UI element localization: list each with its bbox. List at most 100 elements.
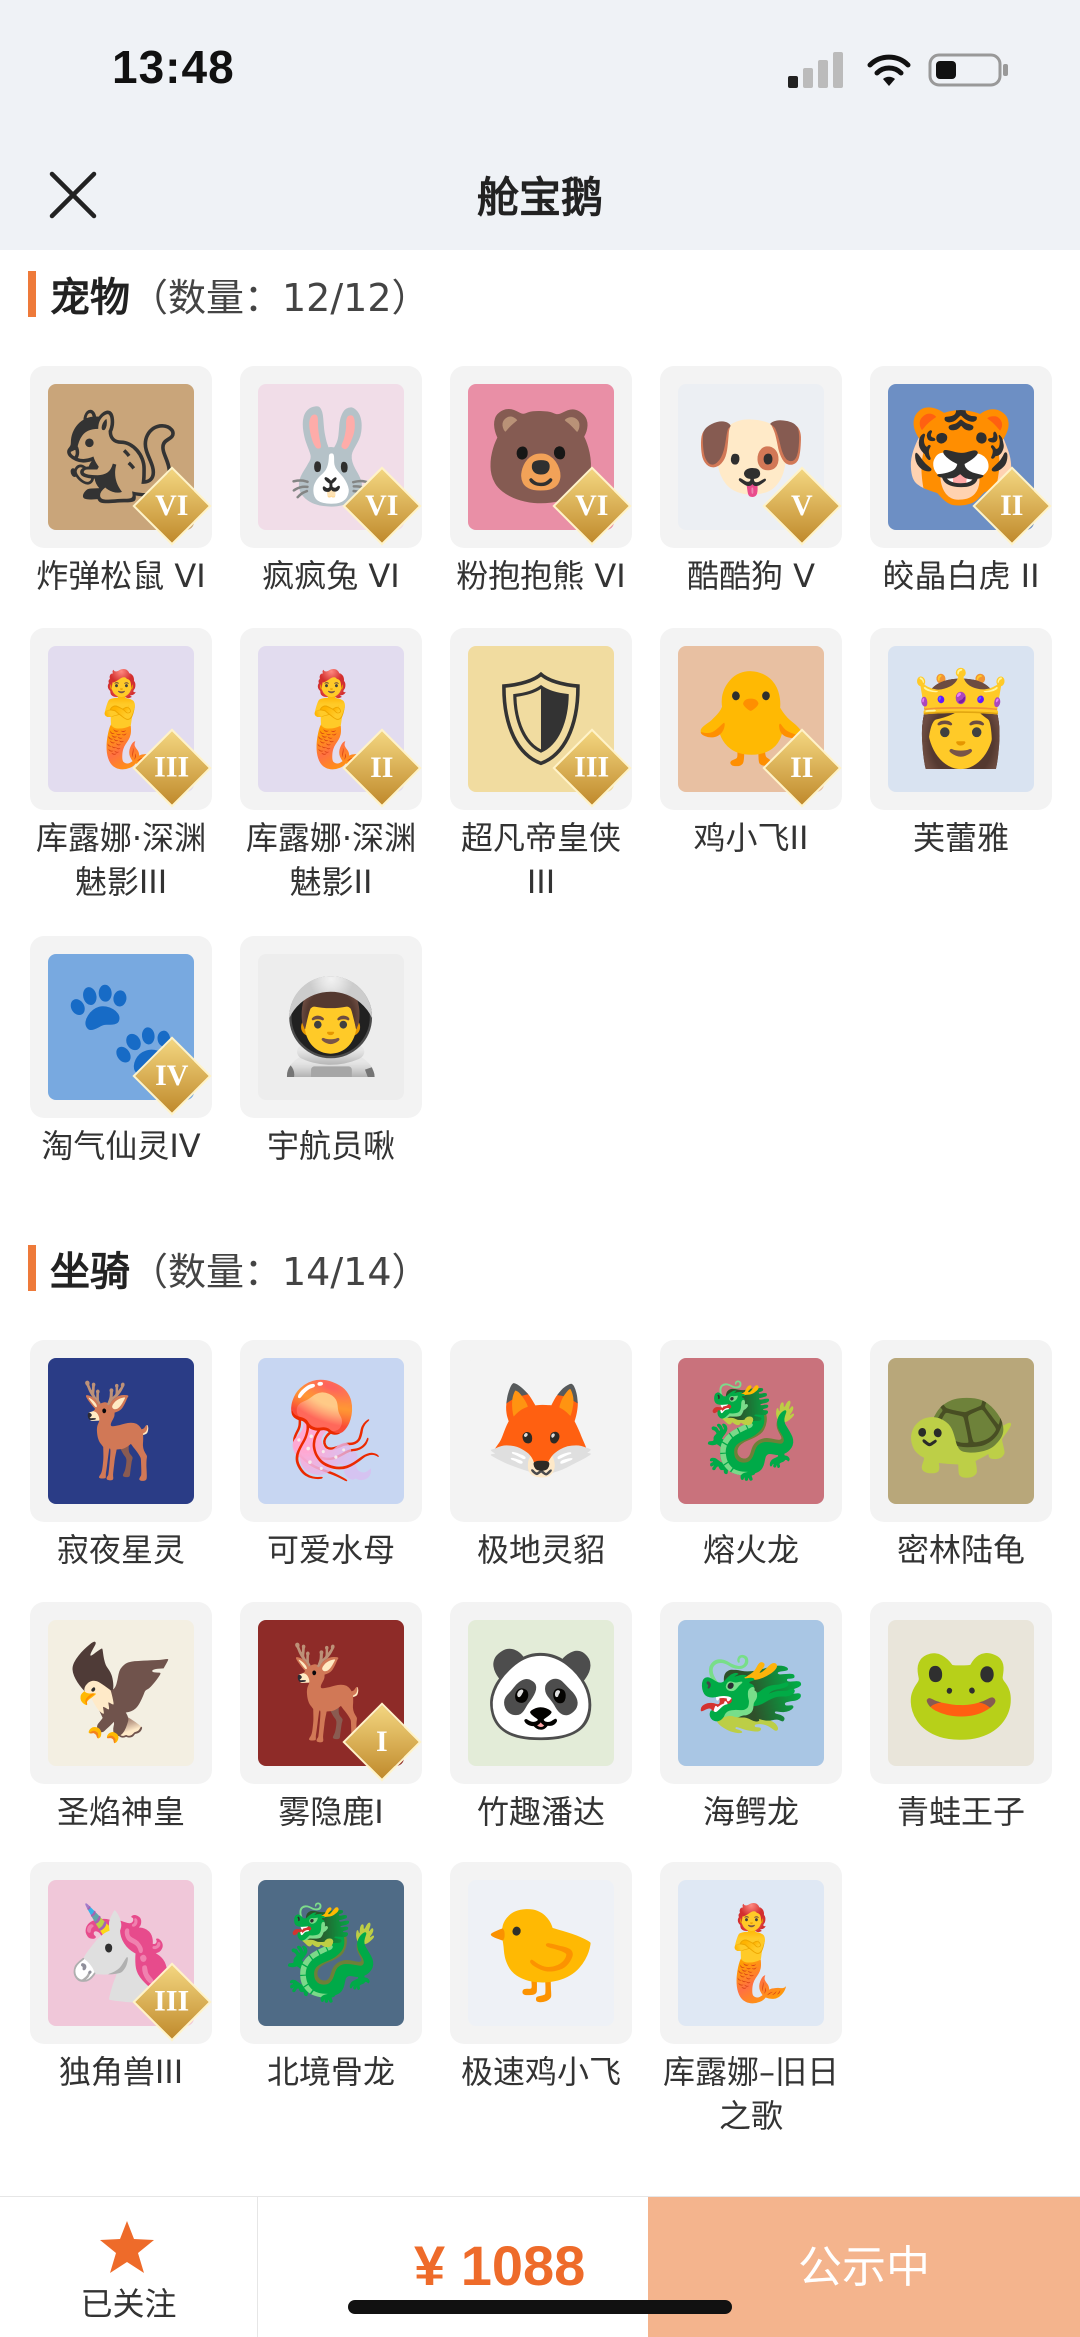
follow-label: 已关注 [80,2285,177,2323]
mounts-section-title: 坐骑 [50,1249,130,1295]
pets-item[interactable]: 👸 芙蕾雅 [868,628,1054,860]
mounts-item[interactable]: 🦄 III 独角兽III [28,1862,214,2094]
mounts-item[interactable]: 🐉 熔火龙 [658,1340,844,1572]
item-name: 库露娜·深渊魅影III [35,819,207,901]
mounts-item[interactable]: 🐼 竹趣潘达 [448,1602,634,1834]
mounts-item[interactable]: 🧜 库露娜–旧日之歌 [658,1862,844,2138]
chick-icon: 🐤 [468,1880,614,2026]
item-glyph: 🐲 [693,1639,809,1746]
item-thumbnail: 🧜 [660,1862,842,2044]
mounts-item[interactable]: 🪼 可爱水母 [238,1340,424,1572]
tier-badge-label: IV [155,1059,189,1092]
pets-section-header: 宠物 （数量：12/12） [28,266,430,322]
item-name: 独角兽III [58,2053,184,2091]
pets-item[interactable]: 👨‍🚀 宇航员啾 [238,936,424,1168]
item-glyph: 🦊 [483,1377,599,1484]
mounts-item[interactable]: 🦅 圣焰神皇 [28,1602,214,1834]
item-thumbnail: 🐥 II [660,628,842,810]
item-thumbnail: 🐼 [450,1602,632,1784]
item-thumbnail: 🐶 V [660,366,842,548]
item-thumbnail: 🐉 [240,1862,422,2044]
item-glyph: 🐸 [903,1639,1019,1746]
pets-item[interactable]: 🐻 VI 粉抱抱熊 VI [448,366,634,598]
pets-section-title: 宠物 [50,275,130,321]
item-thumbnail: 🦌 [30,1340,212,1522]
jellyfish-icon: 🪼 [258,1358,404,1504]
follow-button[interactable]: 已关注 [0,2197,258,2337]
tier-badge-label: II [1000,488,1024,522]
tier-badge-label: VI [365,489,399,522]
item-name: 酷酷狗 V [686,557,816,595]
item-thumbnail: 👸 [870,628,1052,810]
home-indicator [348,2300,732,2314]
item-glyph: 🪼 [273,1377,389,1484]
item-glyph: 🧜 [693,1899,809,2006]
polar-mink-icon: 🦊 [468,1358,614,1504]
item-glyph: 👨‍🚀 [273,973,389,1080]
tier-badge-label: II [790,750,814,784]
pets-item[interactable]: 🐶 V 酷酷狗 V [658,366,844,598]
item-glyph: 🐼 [483,1639,599,1746]
item-thumbnail: 🦄 III [30,1862,212,2044]
pets-item[interactable]: 🧜 III 库露娜·深渊魅影III [28,628,214,904]
pets-item[interactable]: 🛡 III 超凡帝皇侠III [448,628,634,904]
item-name: 圣焰神皇 [56,1793,185,1831]
item-thumbnail: 🐉 [660,1340,842,1522]
mounts-item[interactable]: 🦊 极地灵貂 [448,1340,634,1572]
item-thumbnail: 🛡 III [450,628,632,810]
tier-badge-label: VI [155,489,189,522]
item-thumbnail: 🐰 VI [240,366,422,548]
tier-badge-label: VI [575,489,609,522]
item-name: 极地灵貂 [476,1531,605,1569]
bone-dragon-icon: 🐉 [258,1880,404,2026]
frog-icon: 🐸 [888,1620,1034,1766]
item-name: 雾隐鹿I [278,1793,384,1831]
item-name: 熔火龙 [702,1531,799,1569]
item-glyph: 🐉 [273,1899,389,2006]
pets-item[interactable]: 🐰 VI 疯疯兔 VI [238,366,424,598]
bottom-action-bar: 已关注 ¥ 1088 公示中 [0,2196,1080,2337]
mounts-item[interactable]: 🐸 青蛙王子 [868,1602,1054,1834]
item-glyph: 👸 [903,665,1019,772]
mounts-item[interactable]: 🦌 I 雾隐鹿I [238,1602,424,1834]
mounts-item[interactable]: 🦌 寂夜星灵 [28,1340,214,1572]
mounts-item[interactable]: 🐤 极速鸡小飞 [448,1862,634,2094]
price-value: ¥ 1088 [414,2234,586,2297]
phoenix-icon: 🦅 [48,1620,194,1766]
item-name: 疯疯兔 VI [262,557,400,595]
star-spirit-icon: 🦌 [48,1358,194,1504]
sea-dragon-icon: 🐲 [678,1620,824,1766]
page-title: 舱宝鹅 [476,173,603,222]
mounts-section-header: 坐骑 （数量：14/14） [28,1240,430,1296]
mounts-item[interactable]: 🐢 密林陆龟 [868,1340,1054,1572]
item-thumbnail: 🐤 [450,1862,632,2044]
fire-dragon-icon: 🐉 [678,1358,824,1504]
mounts-item[interactable]: 🐉 北境骨龙 [238,1862,424,2094]
item-thumbnail: 🐻 VI [450,366,632,548]
mermaid-icon: 🧜 [678,1880,824,2026]
publicity-status-button[interactable]: 公示中 [648,2197,1080,2337]
turtle-icon: 🐢 [888,1358,1034,1504]
pets-item[interactable]: 🐥 II 鸡小飞II [658,628,844,860]
cellular-signal-icon [788,52,843,88]
item-name: 宇航员啾 [266,1127,395,1165]
item-name: 炸弹松鼠 VI [36,557,206,595]
tier-badge-label: III [574,751,610,784]
tier-badge-label: V [791,488,813,522]
status-bar: 13:48 [0,0,1080,140]
item-name: 粉抱抱熊 VI [456,557,626,595]
item-thumbnail: 👨‍🚀 [240,936,422,1118]
item-thumbnail: 🧜 II [240,628,422,810]
section-accent-bar [28,271,36,317]
pets-item[interactable]: 🧜 II 库露娜·深渊魅影II [238,628,424,904]
pets-item[interactable]: 🐯 II 皎晶白虎 II [868,366,1054,598]
mounts-item[interactable]: 🐲 海鳄龙 [658,1602,844,1834]
astronaut-icon: 👨‍🚀 [258,954,404,1100]
pets-item[interactable]: 🐾 IV 淘气仙灵IV [28,936,214,1168]
item-name: 淘气仙灵IV [41,1127,201,1165]
item-thumbnail: 🧜 III [30,628,212,810]
star-icon [100,2221,154,2273]
item-name: 库露娜–旧日之歌 [662,2053,839,2135]
pets-item[interactable]: 🐿 VI 炸弹松鼠 VI [28,366,214,598]
section-accent-bar [28,1245,36,1291]
